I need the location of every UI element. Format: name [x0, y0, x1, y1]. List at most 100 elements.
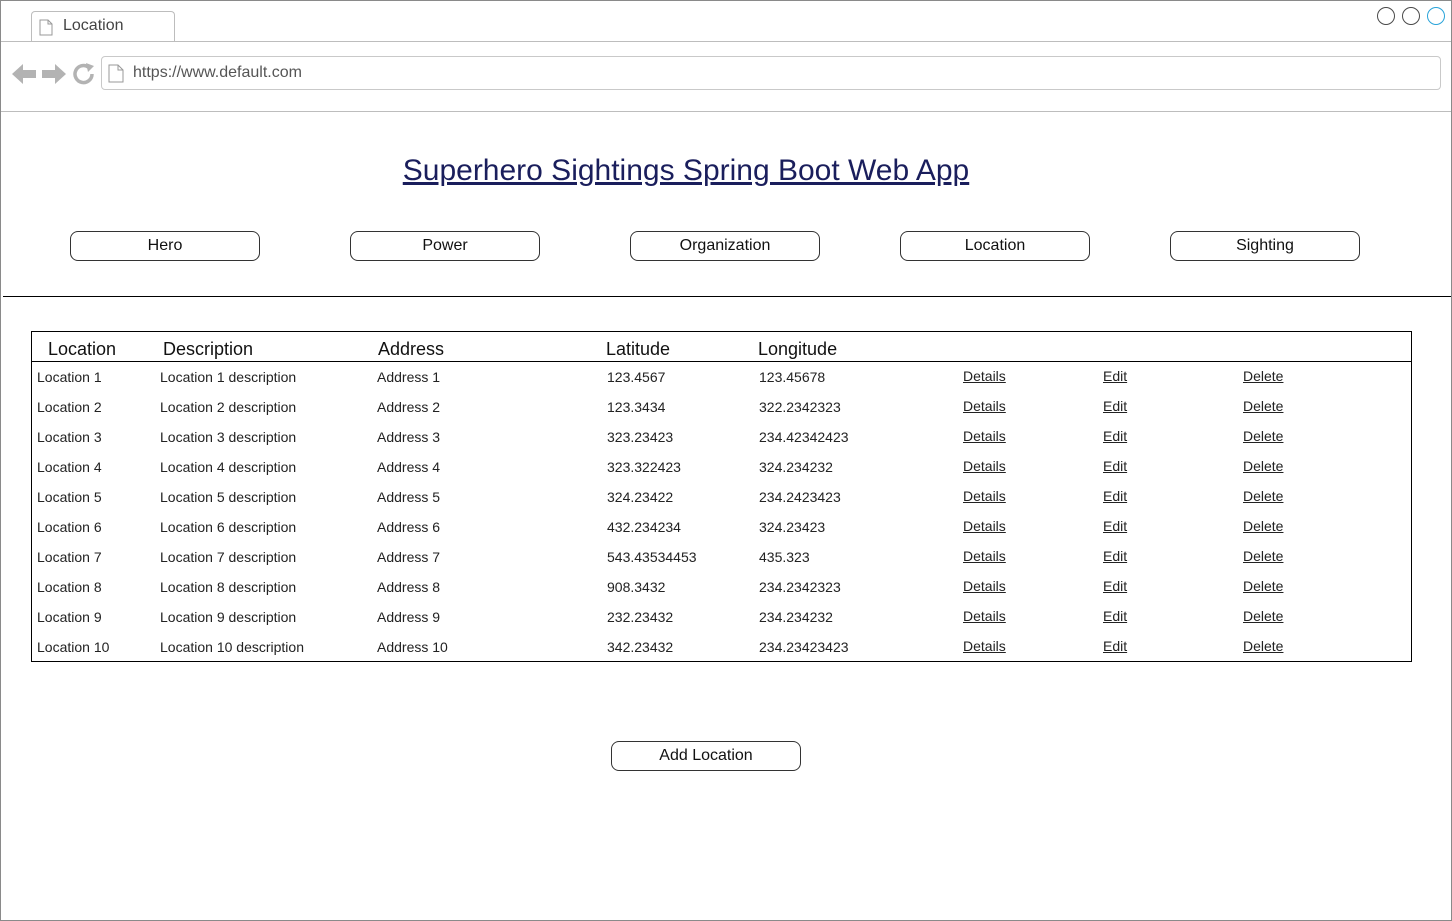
edit-link[interactable]: Edit: [1103, 578, 1127, 594]
address-cell: Address 1: [377, 369, 441, 385]
edit-link[interactable]: Edit: [1103, 368, 1127, 384]
address-cell: Address 9: [377, 609, 441, 625]
browser-tab[interactable]: Location: [31, 11, 175, 41]
delete-link[interactable]: Delete: [1243, 368, 1283, 384]
edit-link[interactable]: Edit: [1103, 428, 1127, 444]
description-cell: Location 6 description: [160, 519, 297, 535]
address-cell: Address 10: [377, 639, 448, 655]
navigation-bar: https://www.default.com: [1, 42, 1451, 112]
edit-link[interactable]: Edit: [1103, 608, 1127, 624]
details-link[interactable]: Details: [963, 398, 1006, 414]
delete-link[interactable]: Delete: [1243, 548, 1283, 564]
longitude-cell: 435.323: [759, 549, 810, 565]
latitude-cell: 543.43534453: [607, 549, 697, 565]
address-cell: Address 5: [377, 489, 441, 505]
address-cell: Address 6: [377, 519, 441, 535]
maximize-button[interactable]: [1402, 7, 1420, 25]
details-link[interactable]: Details: [963, 548, 1006, 564]
edit-link[interactable]: Edit: [1103, 398, 1127, 414]
address-bar[interactable]: https://www.default.com: [101, 56, 1441, 90]
url-text: https://www.default.com: [133, 64, 302, 81]
edit-link[interactable]: Edit: [1103, 638, 1127, 654]
delete-link[interactable]: Delete: [1243, 488, 1283, 504]
address-cell: Address 8: [377, 579, 441, 595]
table-row: Location 8 Location 8 description Address …: [32, 578, 1411, 609]
browser-window: Location https://www.default.com Superhe…: [0, 0, 1452, 921]
details-link[interactable]: Details: [963, 458, 1006, 474]
details-link[interactable]: Details: [963, 578, 1006, 594]
column-header-latitude: Latitude: [606, 339, 671, 359]
description-cell: Location 9 description: [160, 609, 297, 625]
latitude-cell: 232.23432: [607, 609, 674, 625]
address-cell: Address 3: [377, 429, 441, 445]
close-button[interactable]: [1427, 7, 1445, 25]
longitude-cell: 324.23423: [759, 519, 826, 535]
address-cell: Address 4: [377, 459, 441, 475]
delete-link[interactable]: Delete: [1243, 428, 1283, 444]
edit-link[interactable]: Edit: [1103, 548, 1127, 564]
locations-table: Location Description Address Latitude Lo…: [31, 331, 1412, 662]
longitude-cell: 322.2342323: [759, 399, 841, 415]
table-row: Location 10 Location 10 description Addres…: [32, 638, 1411, 669]
description-cell: Location 3 description: [160, 429, 297, 445]
back-arrow-icon[interactable]: [11, 63, 37, 90]
location-button[interactable]: Location: [900, 231, 1090, 261]
forward-arrow-icon[interactable]: [41, 63, 67, 90]
longitude-cell: 234.23423423: [759, 639, 849, 655]
delete-link[interactable]: Delete: [1243, 638, 1283, 654]
page-icon: [108, 64, 124, 88]
table-row: Location 2 Location 2 description Address …: [32, 398, 1411, 429]
latitude-cell: 342.23432: [607, 639, 674, 655]
delete-link[interactable]: Delete: [1243, 578, 1283, 594]
sighting-button[interactable]: Sighting: [1170, 231, 1360, 261]
details-link[interactable]: Details: [963, 368, 1006, 384]
details-link[interactable]: Details: [963, 518, 1006, 534]
description-cell: Location 10 description: [160, 639, 304, 655]
page-title[interactable]: Superhero Sightings Spring Boot Web App: [1, 154, 1371, 188]
longitude-cell: 234.42342423: [759, 429, 849, 445]
description-cell: Location 7 description: [160, 549, 297, 565]
reload-icon[interactable]: [72, 63, 96, 90]
details-link[interactable]: Details: [963, 428, 1006, 444]
edit-link[interactable]: Edit: [1103, 458, 1127, 474]
details-link[interactable]: Details: [963, 608, 1006, 624]
location-cell: Location 8: [37, 579, 102, 595]
minimize-button[interactable]: [1377, 7, 1395, 25]
longitude-cell: 324.234232: [759, 459, 833, 475]
hero-button[interactable]: Hero: [70, 231, 260, 261]
details-link[interactable]: Details: [963, 638, 1006, 654]
location-cell: Location 1: [37, 369, 102, 385]
column-header-longitude: Longitude: [758, 339, 838, 359]
column-header-address: Address: [378, 339, 445, 359]
location-cell: Location 4: [37, 459, 102, 475]
details-link[interactable]: Details: [963, 488, 1006, 504]
header-divider: [3, 296, 1451, 297]
column-header-description: Description: [163, 339, 254, 359]
delete-link[interactable]: Delete: [1243, 398, 1283, 414]
longitude-cell: 123.45678: [759, 369, 826, 385]
description-cell: Location 1 description: [160, 369, 297, 385]
location-cell: Location 3: [37, 429, 102, 445]
delete-link[interactable]: Delete: [1243, 458, 1283, 474]
edit-link[interactable]: Edit: [1103, 488, 1127, 504]
delete-link[interactable]: Delete: [1243, 518, 1283, 534]
delete-link[interactable]: Delete: [1243, 608, 1283, 624]
location-cell: Location 9: [37, 609, 102, 625]
location-cell: Location 2: [37, 399, 102, 415]
location-cell: Location 10: [37, 639, 110, 655]
table-row: Location 6 Location 6 description Address …: [32, 518, 1411, 549]
latitude-cell: 323.23423: [607, 429, 674, 445]
organization-button[interactable]: Organization: [630, 231, 820, 261]
longitude-cell: 234.2342323: [759, 579, 841, 595]
address-cell: Address 7: [377, 549, 441, 565]
latitude-cell: 432.234234: [607, 519, 681, 535]
location-cell: Location 7: [37, 549, 102, 565]
edit-link[interactable]: Edit: [1103, 518, 1127, 534]
add-location-button[interactable]: Add Location: [611, 741, 801, 771]
power-button[interactable]: Power: [350, 231, 540, 261]
tab-strip: Location: [1, 1, 1451, 42]
table-row: Location 7 Location 7 description Address …: [32, 548, 1411, 579]
latitude-cell: 123.3434: [607, 399, 666, 415]
description-cell: Location 2 description: [160, 399, 297, 415]
longitude-cell: 234.2423423: [759, 489, 841, 505]
